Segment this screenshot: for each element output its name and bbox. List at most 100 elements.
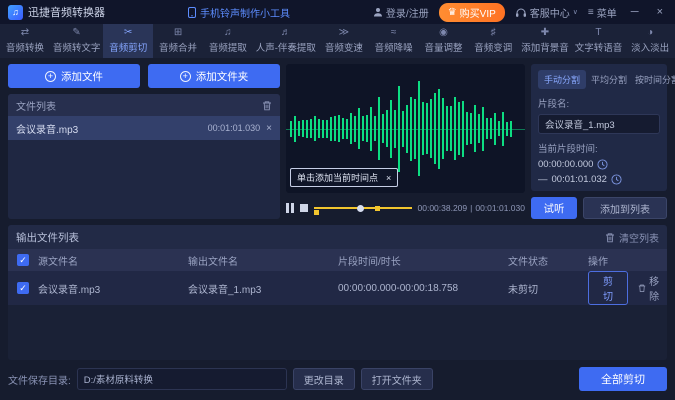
save-dir-label: 文件保存目录:	[8, 375, 71, 387]
row-status-badge: 未剪切	[508, 284, 538, 296]
open-folder-button[interactable]: 打开文件夹	[360, 368, 433, 390]
tooltip-close-icon[interactable]: ×	[386, 173, 391, 183]
segment-start-time[interactable]: 00:00:00.000	[538, 159, 593, 170]
add-file-label: 添加文件	[61, 70, 103, 83]
editor-row: + 添加文件 + 添加文件夹 文件列表 会议录音.mp3 00:01:01.03…	[8, 64, 675, 219]
time-range-dash: —	[538, 174, 548, 185]
vip-label: 购买VIP	[459, 8, 496, 20]
split-actions-row: 试听 添加到列表	[531, 197, 667, 219]
output-header: 输出文件列表 清空列表	[8, 225, 667, 249]
minimize-button[interactable]: ─	[627, 6, 643, 18]
sharp-icon: ♯	[490, 27, 496, 38]
split-mode-tabs: 手动分割 平均分割 按时间分割	[538, 70, 675, 89]
add-folder-label: 添加文件夹	[195, 70, 249, 83]
speaker-icon: ◉	[439, 27, 448, 38]
support-label: 客服中心	[529, 8, 570, 20]
column-source-file: 源文件名	[38, 256, 78, 268]
segment-end-time[interactable]: 00:01:01.032	[552, 174, 607, 185]
segment-name-input[interactable]: 会议录音_1.mp3	[538, 114, 660, 134]
trash-icon	[606, 232, 614, 242]
tab-audio-cut[interactable]: ✂ 音频剪切	[103, 24, 154, 58]
tab-audio-to-text[interactable]: ✎ 音频转文字	[50, 24, 104, 58]
output-table-row[interactable]: ✓ 会议录音.mp3 会议录音_1.mp3 00:00:00.000-00:00…	[8, 271, 667, 305]
waveform-column: 单击添加当前时间点 × 00:00:38.209 | 00:01:01.030	[286, 64, 525, 219]
select-all-checkbox[interactable]: ✓	[17, 254, 29, 266]
total-time: 00:01:01.030	[475, 203, 525, 213]
playhead-handle[interactable]	[356, 205, 364, 212]
app-logo-icon: ♫	[8, 4, 23, 20]
tab-vocal-extract[interactable]: ♬ 人声-伴奏提取	[253, 24, 319, 58]
trash-icon	[638, 284, 646, 292]
file-list-empty-area	[8, 140, 280, 219]
tab-audio-convert[interactable]: ⇄ 音频转换	[0, 24, 50, 58]
output-title: 输出文件列表	[16, 231, 79, 244]
file-list-panel: + 添加文件 + 添加文件夹 文件列表 会议录音.mp3 00:01:01.03…	[8, 64, 280, 219]
file-list-item[interactable]: 会议录音.mp3 00:01:01.030 ×	[8, 116, 280, 140]
timeline-tooltip: 单击添加当前时间点 ×	[290, 168, 399, 187]
headset-icon	[515, 8, 526, 17]
file-name: 会议录音.mp3	[16, 124, 79, 136]
cut-all-button[interactable]: 全部剪切	[579, 367, 667, 391]
convert-icon: ⇄	[20, 27, 30, 38]
titlebar-left: ♫ 迅捷音频转换器	[8, 4, 105, 20]
remove-file-icon[interactable]: ×	[266, 123, 272, 134]
app-window: ♫ 迅捷音频转换器 手机铃声制作小工具 登录/注册 ♛ 购买VIP 客服中心 ∨…	[0, 0, 675, 400]
preview-button[interactable]: 试听	[531, 197, 577, 219]
segment-name-label: 片段名:	[538, 99, 570, 110]
tab-fade-in-out[interactable]: ◑ 淡入淡出	[625, 24, 675, 58]
close-button[interactable]: ×	[653, 6, 667, 18]
menu-label: 菜单	[596, 8, 617, 20]
add-folder-button[interactable]: + 添加文件夹	[148, 64, 280, 88]
row-segment-time: 00:00:00.000-00:00:18.758	[338, 282, 459, 294]
clock-icon[interactable]	[611, 174, 622, 185]
column-file-status: 文件状态	[508, 256, 548, 268]
cut-button[interactable]: 剪切	[588, 271, 629, 305]
row-checkbox[interactable]: ✓	[17, 282, 29, 294]
column-output-file: 输出文件名	[188, 256, 238, 268]
tooltip-text: 单击添加当前时间点	[297, 173, 379, 183]
remove-row-button[interactable]: 移除	[638, 273, 667, 303]
buy-vip-button[interactable]: ♛ 购买VIP	[438, 2, 505, 22]
clear-output-list-button[interactable]: 清空列表	[605, 230, 659, 245]
remove-label: 移除	[649, 277, 660, 303]
add-file-button[interactable]: + 添加文件	[8, 64, 140, 88]
clear-file-list-button[interactable]	[262, 100, 272, 111]
segment-start-row: 00:00:00.000	[538, 159, 660, 170]
change-dir-button[interactable]: 更改目录	[292, 368, 355, 390]
tab-speed-change[interactable]: ≫ 音频变速	[319, 24, 369, 58]
add-to-list-button[interactable]: 添加到列表	[583, 197, 667, 219]
tab-pitch-change[interactable]: ♯ 音频变调	[468, 24, 518, 58]
tab-text-to-speech[interactable]: T 文字转语音	[572, 24, 626, 58]
tab-add-background[interactable]: ✚ 添加背景音	[518, 24, 572, 58]
music-note-icon: ♫	[224, 27, 232, 38]
pause-button[interactable]	[286, 203, 294, 213]
tab-average-split[interactable]: 平均分割	[588, 70, 630, 89]
tab-volume-adjust[interactable]: ◉ 音量调整	[419, 24, 469, 58]
stop-button[interactable]	[300, 204, 308, 212]
tab-time-split[interactable]: 按时间分割	[632, 70, 675, 89]
crown-icon: ♛	[447, 6, 457, 18]
output-table-empty-area	[8, 305, 667, 360]
tts-icon: T	[595, 27, 602, 38]
split-marker-start[interactable]	[314, 210, 319, 215]
save-dir-input[interactable]: D:/素材原料转换	[76, 368, 287, 390]
main-menu-button[interactable]: ≡ 菜单	[588, 5, 617, 20]
login-register-button[interactable]: 登录/注册	[373, 5, 429, 20]
login-label: 登录/注册	[385, 8, 429, 20]
tab-manual-split[interactable]: 手动分割	[538, 70, 587, 89]
column-actions: 操作	[588, 256, 608, 268]
playback-timeline[interactable]	[314, 201, 412, 215]
tab-audio-extract[interactable]: ♫ 音频提取	[203, 24, 253, 58]
feature-tabbar: ⇄ 音频转换 ✎ 音频转文字 ✂ 音频剪切 ⊞ 音频合并 ♫ 音频提取 ♬ 人声-伴奏提取 …	[0, 24, 675, 58]
merge-icon: ⊞	[173, 27, 183, 38]
tab-audio-merge[interactable]: ⊞ 音频合并	[153, 24, 203, 58]
person-icon	[373, 8, 382, 17]
fast-forward-icon: ≫	[338, 27, 350, 38]
clock-icon[interactable]	[597, 159, 609, 170]
tab-noise-reduction[interactable]: ≈ 音频降噪	[369, 24, 419, 58]
support-menu[interactable]: 客服中心 ∨	[515, 5, 578, 20]
promo-link[interactable]: 手机铃声制作小工具	[105, 5, 373, 20]
waveform-centerline	[286, 128, 525, 130]
split-marker[interactable]	[375, 206, 381, 211]
clear-output-label: 清空列表	[619, 233, 659, 245]
